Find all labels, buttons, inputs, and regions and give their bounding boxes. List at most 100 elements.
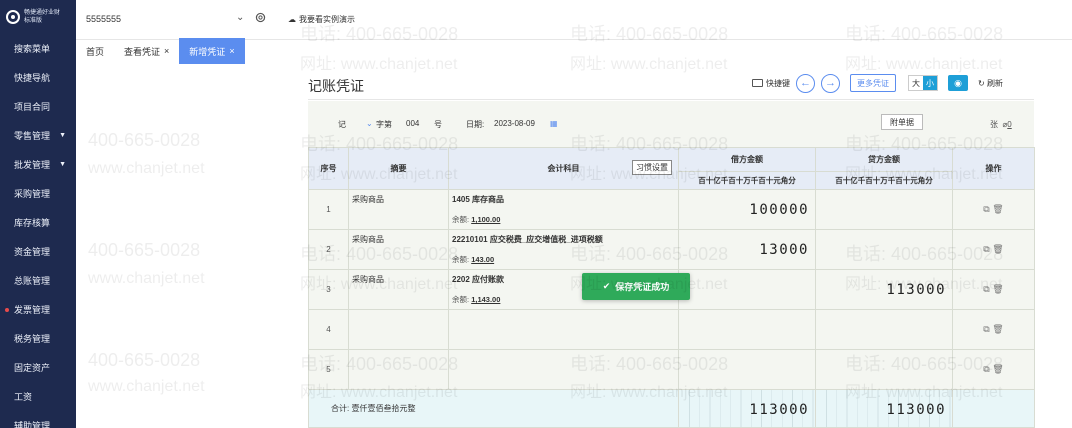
copy-icon[interactable]: ⧉ xyxy=(983,244,989,254)
voucher-toolbar: 快捷键 ← → 更多凭证 大 小 ◉ ↻ 刷新 xyxy=(752,73,1003,93)
row-seq: 5 xyxy=(308,349,349,390)
title-divider xyxy=(308,99,1034,100)
row-debit-input[interactable]: 13000 xyxy=(678,229,816,270)
sidebar-item-payroll[interactable]: 工资 xyxy=(0,382,76,411)
refresh-button[interactable]: ↻ 刷新 xyxy=(978,78,1003,89)
trash-icon[interactable]: 🗑︎ xyxy=(992,284,1003,294)
row-ops: ⧉ 🗑︎ xyxy=(952,189,1035,230)
sidebar-item-fixed-assets[interactable]: 固定资产 xyxy=(0,353,76,382)
row-summary-input[interactable]: 采购商品 xyxy=(348,189,449,230)
row-credit-input[interactable] xyxy=(815,189,953,230)
trash-icon[interactable]: 🗑︎ xyxy=(992,204,1003,214)
gear-icon[interactable] xyxy=(254,11,267,24)
page-title: 记账凭证 xyxy=(308,78,364,94)
font-size-toggle[interactable]: 大 小 xyxy=(908,75,938,91)
eye-icon[interactable]: ◉ xyxy=(948,75,968,91)
brand-logo[interactable]: 畅捷通好业财 标准版 xyxy=(0,0,76,34)
sidebar-item-wholesale[interactable]: 批发管理 ▼ xyxy=(0,150,76,179)
row-ops: ⧉ 🗑︎ xyxy=(952,309,1035,350)
demo-link[interactable]: ☁ 我要看实例演示 xyxy=(288,14,355,25)
top-bar: 5555555 ⌄ ☁ 我要看实例演示 xyxy=(76,0,1072,40)
sidebar-item-tax[interactable]: 税务管理 xyxy=(0,324,76,353)
row-seq: 3 xyxy=(308,269,349,310)
account-selector[interactable]: 5555555 xyxy=(86,14,121,24)
trash-icon[interactable]: 🗑︎ xyxy=(992,364,1003,374)
close-icon[interactable]: × xyxy=(164,46,169,56)
row-summary-input[interactable] xyxy=(348,349,449,390)
sidebar-item-auxiliary[interactable]: 辅助管理 xyxy=(0,411,76,428)
caret-down-icon: ▼ xyxy=(59,132,66,139)
sidebar-item-search-menu[interactable]: 搜索菜单 xyxy=(0,34,76,63)
sidebar-item-purchase[interactable]: 采购管理 xyxy=(0,179,76,208)
total-label: 合计: 壹仟壹佰叁拾元整 xyxy=(308,389,679,428)
copy-icon[interactable]: ⧉ xyxy=(983,364,989,374)
voucher-header: 记 ⌄ 字第 004 号 日期: 2023-08-09 ▦ 附单据 张 ⌀0 xyxy=(308,101,1034,147)
row-seq: 2 xyxy=(308,229,349,270)
row-summary-input[interactable] xyxy=(348,309,449,350)
trash-icon[interactable]: 🗑︎ xyxy=(992,324,1003,334)
voucher-number-input[interactable]: 004 xyxy=(406,119,419,128)
row-account-input[interactable]: 1405 库存商品 余额: 1,100.00 xyxy=(448,189,679,230)
chevron-down-icon[interactable]: ⌄ xyxy=(236,12,244,23)
sidebar-item-quick-nav[interactable]: 快捷导航 xyxy=(0,63,76,92)
sidebar-item-general-ledger[interactable]: 总账管理 xyxy=(0,266,76,295)
table-row: 5 ⧉ 🗑︎ xyxy=(308,349,1035,390)
sidebar-item-project-contract[interactable]: 项目合同 xyxy=(0,92,76,121)
sidebar-item-funds[interactable]: 资金管理 xyxy=(0,237,76,266)
cloud-icon: ☁ xyxy=(288,15,296,24)
copy-icon[interactable]: ⧉ xyxy=(983,284,989,294)
row-credit-input[interactable] xyxy=(815,229,953,270)
calendar-icon[interactable]: ▦ xyxy=(550,119,558,128)
prev-voucher-button[interactable]: ← xyxy=(796,73,815,93)
account-balance-link[interactable]: 1,143.00 xyxy=(471,295,500,304)
tab-new-voucher[interactable]: 新增凭证 × xyxy=(179,38,245,64)
shortcut-button[interactable]: 快捷键 xyxy=(752,78,790,89)
sidebar-item-retail[interactable]: 零售管理 ▼ xyxy=(0,121,76,150)
date-input[interactable]: 2023-08-09 xyxy=(494,119,535,128)
row-account-input[interactable]: 22210101 应交税费_应交增值税_进项税额 余额: 143.00 xyxy=(448,229,679,270)
close-icon[interactable]: × xyxy=(229,46,234,56)
table-row: 2 采购商品 22210101 应交税费_应交增值税_进项税额 余额: 143.… xyxy=(308,229,1035,270)
caret-down-icon: ▼ xyxy=(59,161,66,168)
row-debit-input[interactable] xyxy=(678,349,816,390)
sidebar-item-inventory[interactable]: 库存核算 xyxy=(0,208,76,237)
col-seq: 序号 xyxy=(308,147,349,190)
row-account-input[interactable] xyxy=(448,349,679,390)
total-debit: 113000 xyxy=(678,389,816,428)
notification-dot xyxy=(5,308,9,312)
chanjet-logo-icon xyxy=(6,10,20,24)
more-vouchers-button[interactable]: 更多凭证 xyxy=(850,74,896,92)
size-big-option[interactable]: 大 xyxy=(909,76,923,90)
debit-digit-header: 百十亿千百十万千百十元角分 xyxy=(678,171,816,190)
next-voucher-button[interactable]: → xyxy=(821,73,840,93)
voucher-word-dropdown[interactable]: ⌄ xyxy=(366,119,373,128)
row-summary-input[interactable]: 采购商品 xyxy=(348,229,449,270)
size-small-option[interactable]: 小 xyxy=(923,76,937,90)
voucher-type: 记 xyxy=(338,120,346,129)
copy-icon[interactable]: ⧉ xyxy=(983,324,989,334)
copy-icon[interactable]: ⧉ xyxy=(983,204,989,214)
table-row: 1 采购商品 1405 库存商品 余额: 1,100.00 100000 ⧉ 🗑… xyxy=(308,189,1035,230)
row-account-input[interactable] xyxy=(448,309,679,350)
checkmark-icon: ✔ xyxy=(602,281,611,291)
row-debit-input[interactable] xyxy=(678,269,816,310)
row-summary-input[interactable]: 采购商品 xyxy=(348,269,449,310)
keyboard-icon xyxy=(752,79,763,87)
success-toast: ✔ 保存凭证成功 xyxy=(582,273,690,300)
attach-documents-button[interactable]: 附单据 xyxy=(881,114,923,130)
trash-icon[interactable]: 🗑︎ xyxy=(992,244,1003,254)
row-debit-input[interactable]: 100000 xyxy=(678,189,816,230)
tab-view-voucher[interactable]: 查看凭证 × xyxy=(114,38,179,64)
tab-home[interactable]: 首页 xyxy=(76,38,114,64)
sidebar-item-invoice[interactable]: 发票管理 xyxy=(0,295,76,324)
row-credit-input[interactable]: 113000 xyxy=(815,269,953,310)
row-ops: ⧉ 🗑︎ xyxy=(952,349,1035,390)
row-seq: 1 xyxy=(308,189,349,230)
account-balance-link[interactable]: 1,100.00 xyxy=(471,215,500,224)
attach-count[interactable]: 0 xyxy=(1007,120,1011,129)
account-balance-link[interactable]: 143.00 xyxy=(471,255,494,264)
habit-settings-button[interactable]: 习惯设置 xyxy=(632,160,672,175)
row-credit-input[interactable] xyxy=(815,309,953,350)
row-debit-input[interactable] xyxy=(678,309,816,350)
row-credit-input[interactable] xyxy=(815,349,953,390)
